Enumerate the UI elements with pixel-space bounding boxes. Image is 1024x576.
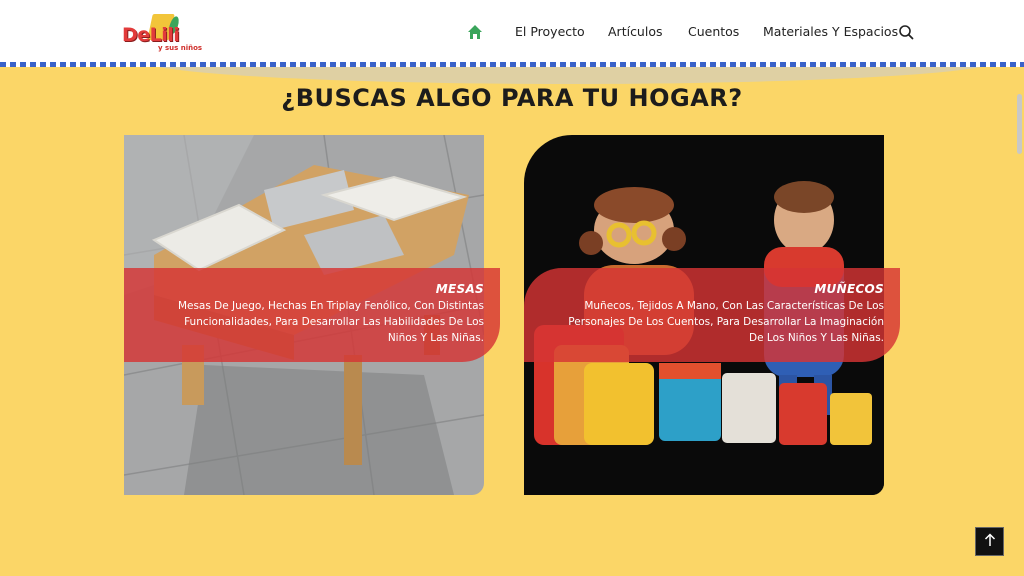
card-munecos-overlay: MUÑECOS Muñecos, Tejidos A Mano, Con Las…	[524, 268, 900, 362]
section-title: ¿BUSCAS ALGO PARA TU HOGAR?	[281, 84, 743, 112]
header-border	[0, 62, 1024, 67]
search-icon[interactable]	[898, 24, 914, 40]
main-nav: El Proyecto Artículos Cuentos Materiales…	[0, 0, 1024, 64]
nav-item-el-proyecto[interactable]: El Proyecto	[515, 24, 585, 39]
card-munecos-title[interactable]: MUÑECOS	[554, 282, 884, 296]
home-icon[interactable]	[467, 24, 483, 40]
back-to-top-button[interactable]	[975, 527, 1004, 556]
card-mesas[interactable]: MESAS Mesas De Juego, Hechas En Triplay …	[124, 135, 500, 495]
card-mesas-description: Mesas De Juego, Hechas En Triplay Fenóli…	[177, 300, 484, 344]
site-header: DeLili y sus niños El Proyecto Artículos…	[0, 0, 1024, 66]
card-munecos[interactable]: MUÑECOS Muñecos, Tejidos A Mano, Con Las…	[524, 135, 900, 495]
nav-item-cuentos[interactable]: Cuentos	[688, 24, 739, 39]
arrow-up-icon	[984, 532, 996, 551]
nav-item-materiales[interactable]: Materiales Y Espacios	[763, 24, 898, 39]
card-mesas-title[interactable]: MESAS	[154, 282, 484, 296]
card-munecos-description: Muñecos, Tejidos A Mano, Con Las Caracte…	[568, 300, 884, 344]
card-mesas-overlay: MESAS Mesas De Juego, Hechas En Triplay …	[124, 268, 500, 362]
nav-item-articulos[interactable]: Artículos	[608, 24, 663, 39]
